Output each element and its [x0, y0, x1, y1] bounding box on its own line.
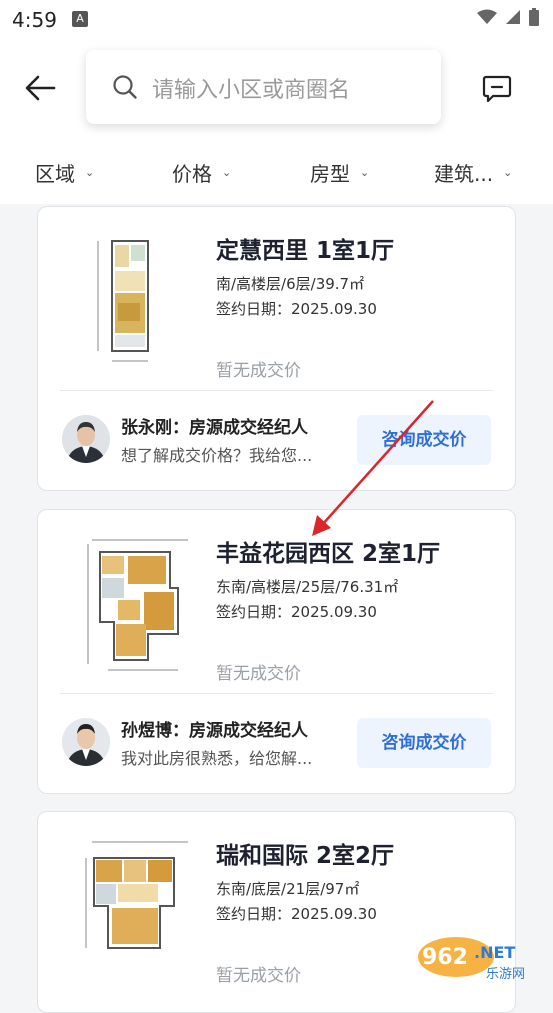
agent-avatar-icon [62, 718, 110, 766]
status-icons [477, 8, 539, 26]
filter-label: 房型 [310, 162, 350, 186]
price-status: 暂无成交价 [216, 361, 301, 381]
battery-icon [529, 8, 539, 26]
wifi-icon [477, 9, 497, 24]
consult-price-button[interactable]: 咨询成交价 [357, 718, 491, 768]
listing-date: 签约日期：2025.09.30 [216, 905, 377, 923]
price-status: 暂无成交价 [216, 664, 301, 684]
price-status: 暂无成交价 [216, 966, 301, 986]
chevron-down-icon: ⌄ [222, 166, 232, 179]
agent-name: 张永刚：房源成交经纪人 [121, 418, 308, 438]
agent-message: 想了解成交价格？我给您... [121, 446, 313, 465]
consult-price-button[interactable]: 咨询成交价 [357, 415, 491, 465]
divider [60, 693, 493, 694]
watermark-logo: 962 .NET 乐游网 [412, 930, 552, 984]
filter-region[interactable]: 区域 ⌄ [35, 158, 94, 187]
chevron-down-icon: ⌄ [360, 166, 370, 179]
listing-card[interactable]: 丰益花园西区 2室1厅 东南/高楼层/25层/76.31㎡ 签约日期：2025.… [37, 509, 516, 794]
search-input[interactable]: 请输入小区或商圈名 [86, 50, 441, 124]
filter-building[interactable]: 建筑... ⌄ [434, 158, 512, 187]
signal-icon [506, 10, 520, 24]
status-bar: 4:59 A [0, 0, 553, 40]
listing-title: 瑞和国际 2室2厅 [216, 843, 395, 869]
filter-price[interactable]: 价格 ⌄ [172, 158, 231, 187]
svg-text:.NET: .NET [474, 943, 515, 962]
svg-text:962: 962 [422, 945, 468, 970]
watermark-icon: 962 .NET 乐游网 [418, 937, 525, 982]
floorplan-image [85, 841, 188, 949]
search-placeholder: 请输入小区或商圈名 [152, 78, 351, 103]
search-icon [113, 75, 137, 99]
svg-text:乐游网: 乐游网 [486, 967, 525, 982]
chevron-down-icon: ⌄ [85, 166, 95, 179]
chevron-down-icon: ⌄ [503, 166, 513, 179]
filter-label: 建筑... [434, 162, 494, 186]
filter-layout[interactable]: 房型 ⌄ [310, 158, 369, 187]
listing-title: 定慧西里 1室1厅 [216, 238, 395, 264]
avatar[interactable] [62, 415, 110, 463]
agent-name: 孙煜博：房源成交经纪人 [121, 721, 308, 741]
listing-info: 南/高楼层/6层/39.7㎡ [216, 275, 365, 293]
floorplan-image [87, 539, 188, 671]
filter-label: 区域 [35, 162, 75, 186]
avatar[interactable] [62, 718, 110, 766]
agent-avatar-icon [62, 415, 110, 463]
header: 请输入小区或商圈名 [0, 40, 553, 138]
listing-info: 东南/高楼层/25层/76.31㎡ [216, 578, 399, 596]
listing-date: 签约日期：2025.09.30 [216, 603, 377, 621]
notification-icon: A [72, 11, 88, 27]
divider [60, 390, 493, 391]
listing-date: 签约日期：2025.09.30 [216, 300, 377, 318]
listing-card[interactable]: 定慧西里 1室1厅 南/高楼层/6层/39.7㎡ 签约日期：2025.09.30… [37, 206, 516, 491]
status-time: 4:59 [12, 8, 57, 32]
filter-bar: 区域 ⌄ 价格 ⌄ 房型 ⌄ 建筑... ⌄ [0, 138, 553, 204]
floorplan-image [97, 240, 149, 362]
message-icon[interactable] [481, 73, 513, 105]
listing-title: 丰益花园西区 2室1厅 [216, 541, 441, 567]
filter-label: 价格 [172, 162, 212, 186]
back-arrow-icon[interactable] [20, 68, 60, 108]
listing-info: 东南/底层/21层/97㎡ [216, 880, 360, 898]
agent-message: 我对此房很熟悉，给您解... [121, 749, 313, 768]
